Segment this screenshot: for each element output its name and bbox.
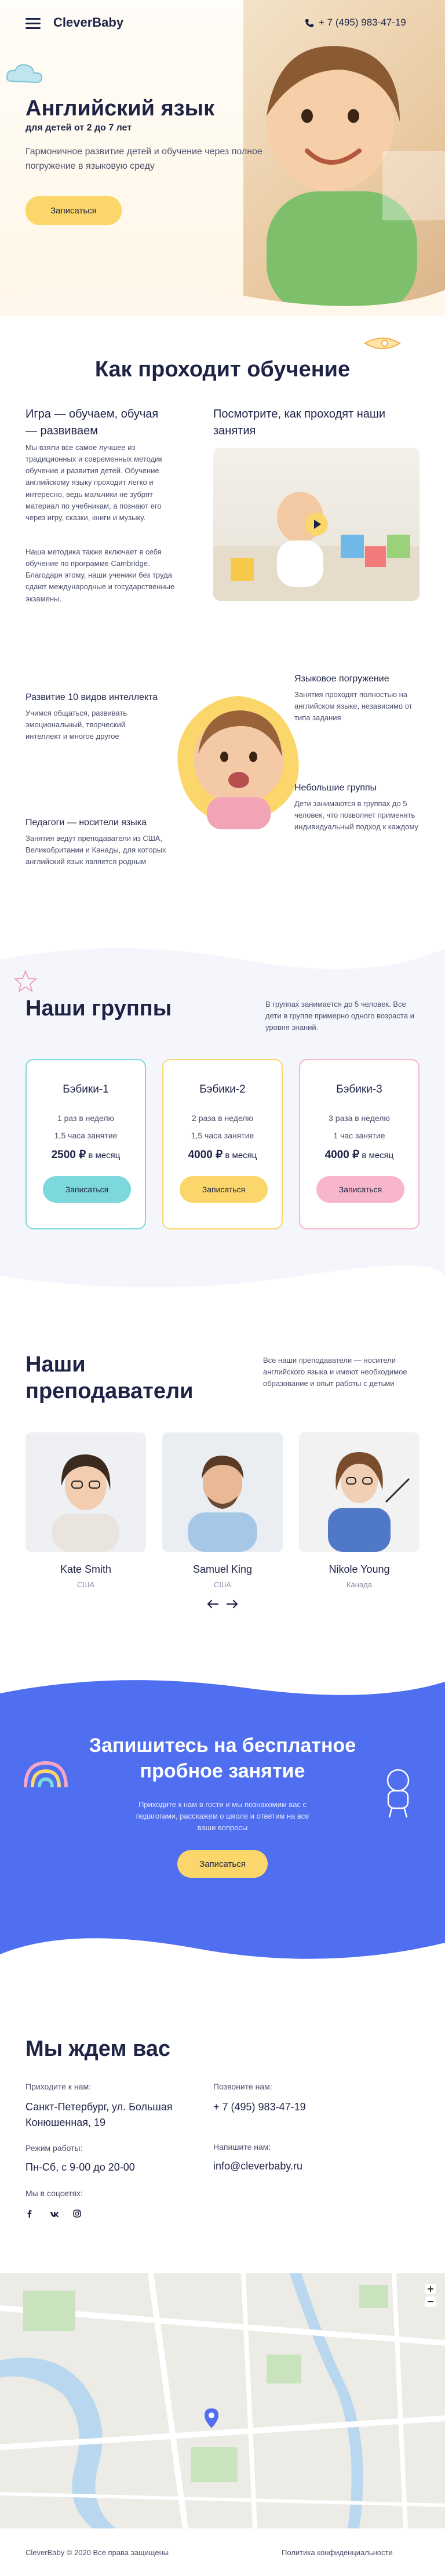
group-card-signup-button[interactable]: Записаться	[180, 1176, 268, 1203]
group-card-duration: 1,5 часа занятие	[191, 1131, 254, 1140]
menu-icon[interactable]	[25, 17, 41, 29]
vk-icon[interactable]	[50, 2211, 59, 2218]
email-label: Напишите нам:	[213, 2142, 271, 2151]
hero-title: Английский язык	[25, 96, 215, 121]
footer-copyright: CleverBaby © 2020 Все права защищены	[25, 2548, 169, 2557]
teacher-photo	[25, 1432, 146, 1552]
next-arrow-icon[interactable]	[226, 1599, 239, 1609]
group-card-title: Бэбики-3	[336, 1083, 382, 1095]
learning-left-heading: Игра — обучаем, обучая — развиваем	[25, 408, 159, 437]
trial-title: Запишитесь на бесплатное пробное занятие	[89, 1735, 356, 1783]
astronaut-doodle-icon	[378, 1766, 418, 1819]
teacher-photo	[162, 1432, 283, 1552]
trial-text: Приходите к нам в гости и мы познакомим …	[136, 1800, 309, 1833]
map[interactable]	[0, 2273, 445, 2528]
play-icon[interactable]	[305, 513, 328, 536]
phone-icon	[305, 19, 314, 28]
feature-0-text: Учимся общаться, развивать эмоциональный…	[25, 709, 127, 741]
group-card-title: Бэбики-2	[199, 1083, 246, 1095]
teacher-photo	[299, 1432, 420, 1552]
teacher-name: Samuel King	[192, 1563, 253, 1575]
star-doodle-icon	[14, 970, 37, 993]
group-card-price: 2500 ₽ в месяц	[51, 1149, 121, 1161]
learning-right-heading: Посмотрите, как проходят наши занятия	[213, 408, 386, 437]
facebook-icon[interactable]	[25, 2209, 34, 2218]
group-card-price: 4000 ₽ в месяц	[324, 1149, 394, 1161]
hours-value: Пн-Сб, с 9-00 до 20-00	[25, 2161, 135, 2173]
group-card-freq: 3 раза в неделю	[329, 1113, 390, 1123]
social-label: Мы в соцсетях:	[25, 2189, 83, 2198]
learning-left-paragraph-2: Наша методика также включает в себя обуч…	[25, 547, 175, 603]
teacher-name: Nikole Young	[329, 1563, 390, 1575]
group-card-freq: 1 раз в неделю	[57, 1113, 115, 1123]
address-value: Санкт-Петербург, ул. Большая Конюшенная,…	[25, 2101, 173, 2128]
group-card-price: 4000 ₽ в месяц	[188, 1149, 257, 1161]
feature-0-title: Развитие 10 видов интеллекта	[25, 692, 158, 702]
hero-signup-button[interactable]: Записаться	[25, 196, 122, 225]
address-label: Приходите к нам:	[25, 2082, 91, 2091]
logo[interactable]: CleverBaby	[53, 15, 123, 30]
group-card-freq: 2 раза в неделю	[192, 1113, 253, 1123]
map-zoom-in-icon[interactable]	[425, 2284, 436, 2294]
site-header: CleverBaby + 7 (495) 983-47-19	[0, 0, 445, 46]
groups-note: В группах занимается до 5 человек. Все д…	[265, 1000, 414, 1032]
trial-signup-button[interactable]: Записаться	[177, 1850, 268, 1878]
teacher-country: США	[214, 1580, 231, 1589]
teachers-note: Все наши преподаватели — носители англий…	[263, 1356, 407, 1388]
feature-1-title: Языковое погружение	[294, 674, 389, 684]
rainbow-doodle-icon	[20, 1753, 72, 1799]
map-zoom-out-icon[interactable]	[425, 2296, 436, 2307]
teacher-name: Kate Smith	[60, 1563, 112, 1575]
video-preview[interactable]	[213, 448, 420, 601]
group-card-duration: 1 час занятие	[333, 1131, 385, 1140]
cloud-doodle-icon	[6, 61, 43, 85]
teacher-card: Nikole Young Канада	[299, 1432, 420, 1589]
feature-2-title: Небольшие группы	[294, 783, 377, 793]
rocket-doodle-icon	[359, 332, 406, 355]
instagram-icon[interactable]	[73, 2209, 81, 2218]
email-value[interactable]: info@cleverbaby.ru	[213, 2158, 302, 2174]
teacher-country: Канада	[346, 1580, 373, 1589]
header-phone[interactable]: + 7 (495) 983-47-19	[319, 17, 406, 28]
group-card-signup-button[interactable]: Записаться	[316, 1176, 404, 1203]
feature-1-text: Занятия проходят полностью на английском…	[294, 690, 413, 723]
teacher-card: Kate Smith США	[25, 1432, 146, 1589]
page: CleverBaby + 7 (495) 983-47-19 Английски…	[0, 0, 445, 2576]
feature-3-title: Педагоги — носители языка	[25, 818, 147, 828]
hero-text: Гармоничное развитие детей и обучение че…	[25, 147, 262, 171]
prev-arrow-icon[interactable]	[206, 1599, 219, 1609]
hero-subtitle: для детей от 2 до 7 лет	[25, 123, 132, 133]
learning-left-paragraph-1: Мы взяли все самое лучшее из традиционны…	[25, 443, 163, 522]
map-pin-icon[interactable]	[204, 2408, 219, 2429]
group-card-title: Бэбики-1	[63, 1083, 109, 1095]
teacher-card: Samuel King США	[162, 1432, 283, 1589]
teacher-country: США	[77, 1580, 94, 1589]
feature-3-text: Занятия ведут преподаватели из США, Вели…	[25, 834, 166, 866]
footer-policy-link[interactable]: Политика конфиденциальности	[282, 2548, 393, 2557]
contacts-title: Мы ждем вас	[25, 2037, 171, 2061]
group-card-2: Бэбики-2 2 раза в неделю 1,5 часа заняти…	[162, 1059, 283, 1229]
features-blob	[169, 690, 308, 829]
feature-2-text: Дети занимаются в группах до 5 человек, …	[294, 799, 419, 832]
group-card-signup-button[interactable]: Записаться	[43, 1176, 131, 1203]
phone-label: Позвоните нам:	[213, 2082, 272, 2091]
group-card-3: Бэбики-3 3 раза в неделю 1 час занятие 4…	[299, 1059, 420, 1229]
group-card-duration: 1,5 часа занятие	[54, 1131, 118, 1140]
phone-value[interactable]: + 7 (495) 983-47-19	[213, 2099, 306, 2115]
hero-bottom-wave	[0, 273, 445, 316]
hero-child-photo	[243, 0, 445, 316]
teachers-title: Наши преподаватели	[25, 1352, 194, 1404]
group-card-1: Бэбики-1 1 раз в неделю 1,5 часа занятие…	[25, 1059, 146, 1229]
learning-title: Как проходит обучение	[94, 357, 351, 382]
groups-title: Наши группы	[25, 996, 172, 1021]
hours-label: Режим работы:	[25, 2143, 83, 2153]
